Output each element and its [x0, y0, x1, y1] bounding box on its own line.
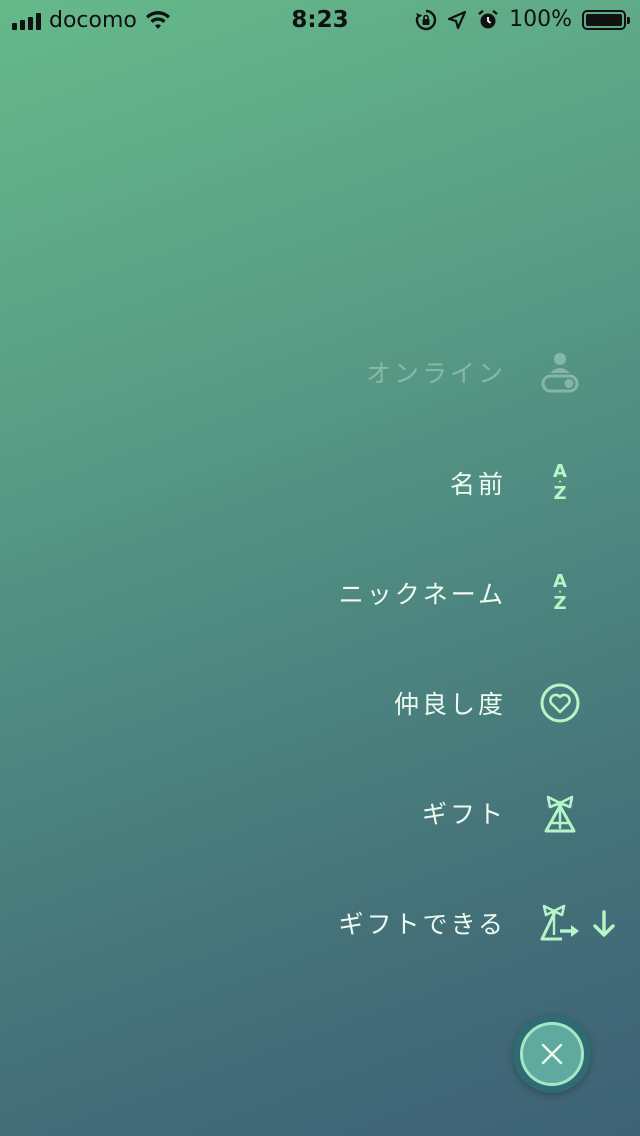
close-button-ring	[520, 1022, 584, 1086]
sort-menu: オンライン 名前 A · Z ニックネーム A · Z 仲良し度 ギフト ギフト…	[0, 0, 640, 1136]
close-icon	[541, 1043, 563, 1065]
sort-option-label: オンライン	[365, 359, 506, 388]
az-sort-icon: A · Z	[553, 461, 567, 504]
sort-option-label: ニックネーム	[338, 580, 506, 609]
sort-option-label: ギフト	[421, 800, 506, 829]
sort-option-nickname[interactable]: ニックネーム A · Z	[339, 563, 586, 623]
sort-option-label: 名前	[449, 470, 506, 499]
close-button[interactable]	[513, 1015, 591, 1093]
sort-option-name[interactable]: 名前 A · Z	[450, 453, 586, 513]
sort-option-gift[interactable]: ギフト	[422, 783, 586, 843]
sort-option-friendship[interactable]: 仲良し度	[394, 673, 586, 733]
heart-icon	[534, 675, 586, 731]
az-bottom-letter: Z	[553, 483, 567, 504]
sort-option-label: 仲良し度	[393, 690, 506, 719]
sort-direction-arrow-icon[interactable]	[590, 908, 618, 940]
az-sort-icon: A · Z	[553, 571, 567, 614]
gift-icon	[534, 785, 586, 841]
sort-option-online[interactable]: オンライン	[366, 342, 586, 402]
online-toggle-icon	[534, 344, 586, 400]
sort-option-label: ギフトできる	[338, 910, 506, 939]
az-bottom-letter: Z	[553, 593, 567, 614]
send-gift-icon	[534, 895, 586, 951]
sort-option-giftable[interactable]: ギフトできる	[338, 893, 586, 953]
